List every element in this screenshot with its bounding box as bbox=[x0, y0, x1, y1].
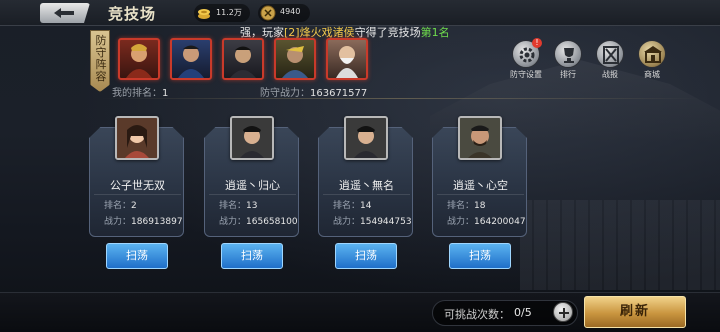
page-title: 竞技场 bbox=[108, 5, 157, 23]
ranking-button[interactable]: 排行 bbox=[548, 40, 588, 80]
opponent-name: 逍遥丶無名 bbox=[339, 179, 394, 192]
token-value: 4940 bbox=[280, 7, 301, 16]
card-divider bbox=[209, 194, 296, 195]
rank-value: 18 bbox=[474, 201, 486, 211]
opponent-rank: 排名：14 bbox=[333, 198, 371, 211]
opponent-power: 战力：164200047 bbox=[447, 214, 526, 227]
power-value: 154944753 bbox=[360, 217, 412, 227]
marquee-place: 第1名 bbox=[420, 26, 450, 39]
top-bar: 竞技场 11.2万 4940 bbox=[0, 0, 720, 26]
shop-label: 商城 bbox=[644, 70, 660, 79]
opponent-name: 逍遥丶归心 bbox=[225, 179, 280, 192]
power-value: 186913897 bbox=[131, 217, 183, 227]
shop-circle bbox=[638, 40, 666, 68]
add-challenge-button[interactable] bbox=[553, 302, 573, 322]
hero-portrait-icon bbox=[282, 46, 308, 78]
rank-label: 排名： bbox=[219, 201, 247, 211]
ranking-label: 排行 bbox=[560, 70, 576, 79]
hero-portrait-icon bbox=[117, 118, 157, 158]
defense-hero-slot-2[interactable] bbox=[170, 38, 212, 80]
defense-settings-label: 防守设置 bbox=[510, 70, 542, 79]
ranking-circle bbox=[554, 40, 582, 68]
arena-screen: 竞技场 11.2万 4940 强，玩家[2]烽火戏诸侯守得了竞技场第1名 防守阵… bbox=[0, 0, 720, 332]
power-label: 战力： bbox=[219, 217, 247, 227]
crossed-swords-icon bbox=[603, 46, 619, 64]
refresh-button[interactable]: 刷新 bbox=[584, 296, 686, 328]
defense-hero-slot-5[interactable] bbox=[326, 38, 368, 80]
opponent-avatar-4[interactable] bbox=[458, 116, 502, 160]
hero-portrait-icon bbox=[336, 46, 358, 78]
power-value: 164200047 bbox=[474, 217, 526, 227]
opponent-avatar-3[interactable] bbox=[344, 116, 388, 160]
back-button[interactable] bbox=[40, 3, 90, 23]
arena-token-icon bbox=[260, 5, 276, 21]
defense-tag-label: 防守阵容 bbox=[95, 34, 107, 83]
token-resource[interactable]: 4940 bbox=[258, 4, 310, 22]
section-divider bbox=[100, 98, 700, 99]
rank-value: 13 bbox=[246, 201, 258, 211]
power-label: 战力： bbox=[104, 217, 132, 227]
power-value: 165658100 bbox=[246, 217, 298, 227]
hero-portrait-icon bbox=[346, 118, 386, 158]
opponent-avatar-1[interactable] bbox=[115, 116, 159, 160]
card-divider bbox=[94, 194, 181, 195]
opponent-rank: 排名：18 bbox=[447, 198, 485, 211]
shop-button[interactable]: 商城 bbox=[632, 40, 672, 80]
power-label: 战力： bbox=[447, 217, 475, 227]
card-divider bbox=[323, 194, 410, 195]
back-arrow-icon bbox=[54, 8, 74, 18]
defense-hero-slot-4[interactable] bbox=[274, 38, 316, 80]
battle-report-label: 战报 bbox=[602, 70, 618, 79]
power-label: 战力： bbox=[333, 217, 361, 227]
hero-portrait-icon bbox=[232, 118, 272, 158]
battle-report-circle bbox=[596, 40, 624, 68]
rank-value: 14 bbox=[360, 201, 372, 211]
gold-resource[interactable]: 11.2万 bbox=[194, 4, 250, 22]
defense-hero-slot-1[interactable] bbox=[118, 38, 160, 80]
defense-settings-circle: ! bbox=[512, 38, 542, 68]
plus-icon bbox=[559, 308, 569, 318]
hero-portrait-icon bbox=[230, 46, 256, 78]
hero-portrait-icon bbox=[178, 45, 204, 78]
hero-portrait-icon bbox=[126, 44, 152, 78]
opponent-rank: 排名：13 bbox=[219, 198, 257, 211]
challenge-label: 可挑战次数： bbox=[444, 308, 510, 321]
rank-label: 排名： bbox=[104, 201, 132, 211]
sweep-button-1[interactable]: 扫荡 bbox=[106, 243, 168, 269]
rank-value: 2 bbox=[131, 201, 137, 211]
card-divider bbox=[437, 194, 524, 195]
defense-power: 防守战力：163671577 bbox=[260, 84, 367, 99]
opponent-avatar-2[interactable] bbox=[230, 116, 274, 160]
opponent-rank: 排名：2 bbox=[104, 198, 137, 211]
challenge-count: 0/5 bbox=[514, 306, 532, 319]
defense-settings-button[interactable]: ! 防守设置 bbox=[506, 38, 546, 80]
battle-report-button[interactable]: 战报 bbox=[590, 40, 630, 80]
trophy-icon bbox=[564, 48, 574, 63]
opponent-name: 逍遥丶心空 bbox=[453, 179, 508, 192]
defense-hero-slot-3[interactable] bbox=[222, 38, 264, 80]
sweep-button-2[interactable]: 扫荡 bbox=[221, 243, 283, 269]
rank-label: 排名： bbox=[333, 201, 361, 211]
opponent-power: 战力：165658100 bbox=[219, 214, 298, 227]
defense-formation-tag: 防守阵容 bbox=[90, 30, 110, 92]
gold-coin-icon bbox=[198, 9, 210, 19]
opponent-power: 战力：186913897 bbox=[104, 214, 183, 227]
background-wall bbox=[520, 200, 720, 290]
opponent-power: 战力：154944753 bbox=[333, 214, 412, 227]
my-rank: 我的排名：1 bbox=[112, 84, 168, 99]
sweep-button-4[interactable]: 扫荡 bbox=[449, 243, 511, 269]
rank-label: 排名： bbox=[447, 201, 475, 211]
shop-icon bbox=[644, 46, 662, 63]
hero-portrait-icon bbox=[460, 118, 500, 158]
opponent-name: 公子世无双 bbox=[110, 179, 165, 192]
notification-badge: ! bbox=[532, 38, 542, 48]
sweep-button-3[interactable]: 扫荡 bbox=[335, 243, 397, 269]
gold-value: 11.2万 bbox=[216, 8, 242, 17]
